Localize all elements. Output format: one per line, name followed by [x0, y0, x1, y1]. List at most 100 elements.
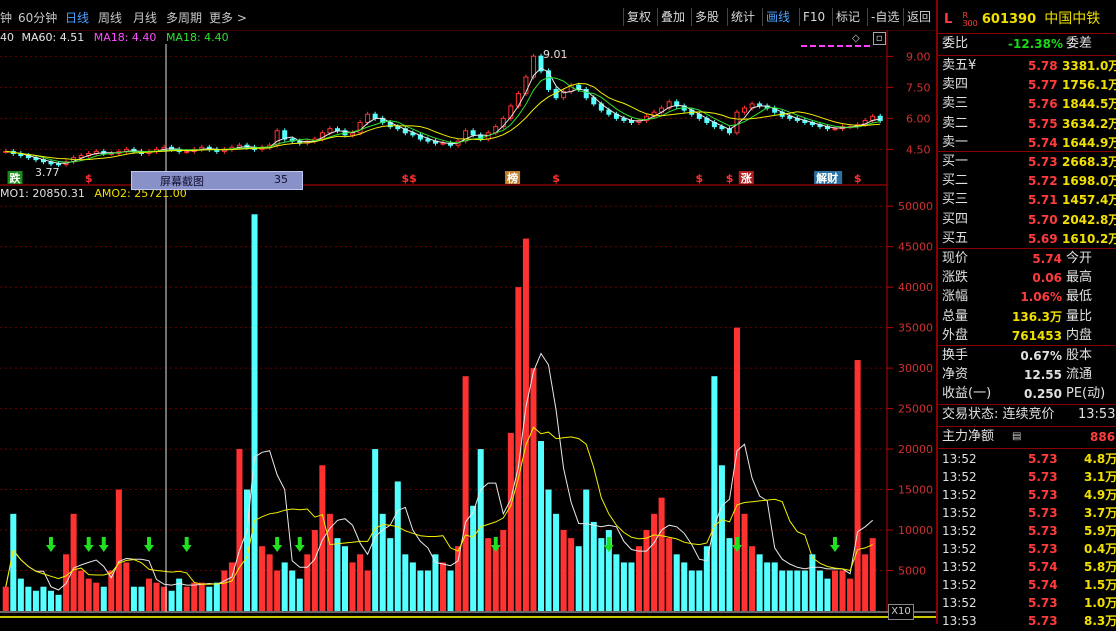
stat-value: 5.74 [1032, 252, 1062, 266]
candle-body [440, 142, 446, 145]
volume-bar [70, 513, 77, 611]
volume-bar [847, 578, 854, 611]
back-button[interactable]: 返回 [903, 8, 934, 26]
high-annotation: 9.01 [543, 48, 568, 61]
stats-button[interactable]: 统计 [727, 8, 758, 26]
volume-bar [749, 546, 756, 611]
tick-price: 5.74 [1028, 578, 1058, 592]
tick-price: 5.73 [1028, 614, 1058, 628]
volume-bar [213, 582, 220, 611]
tick-row: 13:52 5.73 4.9万 [942, 486, 1116, 504]
event-mark: $ [85, 172, 93, 185]
diamond-icon[interactable]: ◇ [852, 33, 860, 44]
volume-bar [809, 554, 816, 611]
stat-row: 现价 5.74 今开 [942, 250, 1116, 268]
overlay-button[interactable]: 叠加 [657, 8, 688, 26]
stock-name: 中国中铁 [1044, 11, 1101, 27]
event-mark: 涨 [741, 171, 752, 185]
y-axis: 9.00 7.50 6.00 4.50 50000 45000 40000 35000 3000… [887, 50, 933, 578]
stat-label: 外盘 [942, 327, 969, 343]
tooltip-value: 35 [274, 173, 288, 186]
window-icon[interactable]: ▫ [872, 32, 886, 45]
volume-bar [115, 489, 122, 611]
kline-chart[interactable]: 跌$$$$榜$$$涨解财$ 9.007.506.004.505000045000… [0, 30, 936, 624]
volume-bar [613, 554, 620, 611]
period-daily[interactable]: 日线 [65, 9, 89, 26]
stat-label2: 内盘 [1066, 327, 1093, 343]
bid-label: 买五 [942, 230, 969, 246]
volume-bar [198, 582, 205, 611]
volume-tick-label: 35000 [898, 322, 933, 335]
ask-volume: 3381.0万 [1062, 59, 1116, 73]
volume-bar [447, 570, 454, 611]
volume-bar [869, 538, 876, 611]
candle-body [274, 130, 280, 146]
period-more[interactable]: 更多 > [209, 9, 247, 26]
volume-bar [424, 570, 431, 611]
chart-grid [0, 30, 888, 612]
volume-bar [470, 505, 477, 611]
buy-signal-arrow-icon [490, 537, 501, 552]
candle-body [365, 113, 371, 123]
volume-bar [304, 554, 311, 611]
price-legend: 40 MA60: 4.51 MA18: 4.40 MA18: 4.40 [0, 31, 229, 44]
adjust-button[interactable]: 复权 [623, 8, 654, 26]
volume-bar [786, 570, 793, 611]
fund-label: 换手 [942, 348, 969, 363]
bid-price: 5.69 [1028, 231, 1058, 246]
buy-signal-arrow-icon [98, 537, 109, 552]
tick-volume: 3.1万 [1084, 470, 1116, 484]
candle-body [877, 115, 883, 121]
volume-bar [816, 570, 823, 611]
volume-bar [417, 570, 424, 611]
period-60min[interactable]: 60分钟 [18, 9, 57, 26]
fund-value: 0.67% [1020, 349, 1062, 363]
zoom-x10-button[interactable]: X10 [888, 604, 914, 620]
buy-signal-arrow-icon [830, 537, 840, 552]
bid-label: 买二 [942, 173, 969, 189]
multi-stock-button[interactable]: 多股 [691, 8, 722, 26]
bid-level-row: 买四 5.70 2042.8万 [942, 211, 1116, 229]
stat-label: 总量 [942, 308, 969, 324]
ma60-label: MA60: 4.51 [21, 31, 85, 44]
tick-volume: 3.7万 [1084, 506, 1116, 520]
screenshot-tooltip: 屏幕截图 35 [131, 171, 303, 190]
volume-bar [718, 465, 725, 611]
tick-volume: 1.0万 [1084, 596, 1116, 610]
volume-bar [289, 570, 296, 611]
volume-bar [387, 538, 394, 611]
tick-price: 5.73 [1028, 542, 1058, 556]
main-net-label: 主力净额 [942, 429, 995, 444]
mark-button[interactable]: 标记 [832, 8, 863, 26]
volume-bar [628, 562, 635, 611]
volume-bar [281, 562, 288, 611]
weibi-value: -12.38% [1008, 37, 1063, 51]
bid-label: 买一 [942, 154, 969, 169]
f10-button[interactable]: F10 [799, 8, 828, 26]
volume-bar [485, 538, 492, 611]
period-monthly[interactable]: 月线 [133, 9, 157, 26]
volume-bar [17, 578, 24, 611]
main-net-value: 8861 [1090, 430, 1116, 444]
event-mark: $ [552, 172, 560, 185]
volume-bar [673, 554, 680, 611]
ma18b-label: MA18: 4.40 [165, 31, 229, 44]
period-minute[interactable]: 钟 [0, 9, 12, 26]
period-multi[interactable]: 多周期 [166, 9, 202, 26]
panel-controls: ◇ ▫ [852, 32, 886, 45]
volume-bar [364, 570, 371, 611]
bid-volume: 2042.8万 [1062, 212, 1116, 227]
volume-bar [191, 582, 198, 611]
volume-bar [764, 562, 771, 611]
buy-signal-arrow-icon [272, 537, 283, 552]
stat-label2: 量比 [1066, 308, 1093, 324]
period-weekly[interactable]: 周线 [98, 9, 122, 26]
list-icon[interactable]: ▤ [1012, 428, 1021, 446]
trade-status: 交易状态: 连续竞价 [942, 407, 1055, 422]
stat-label: 涨跌 [942, 270, 969, 286]
main-net-row[interactable]: 主力净额 ▤ 8861 [942, 428, 1116, 446]
watchlist-button[interactable]: -自选 [867, 8, 902, 26]
draw-line-button[interactable]: 画线 [762, 8, 793, 26]
tick-price: 5.73 [1028, 470, 1058, 484]
market-prefix: L [944, 12, 953, 27]
